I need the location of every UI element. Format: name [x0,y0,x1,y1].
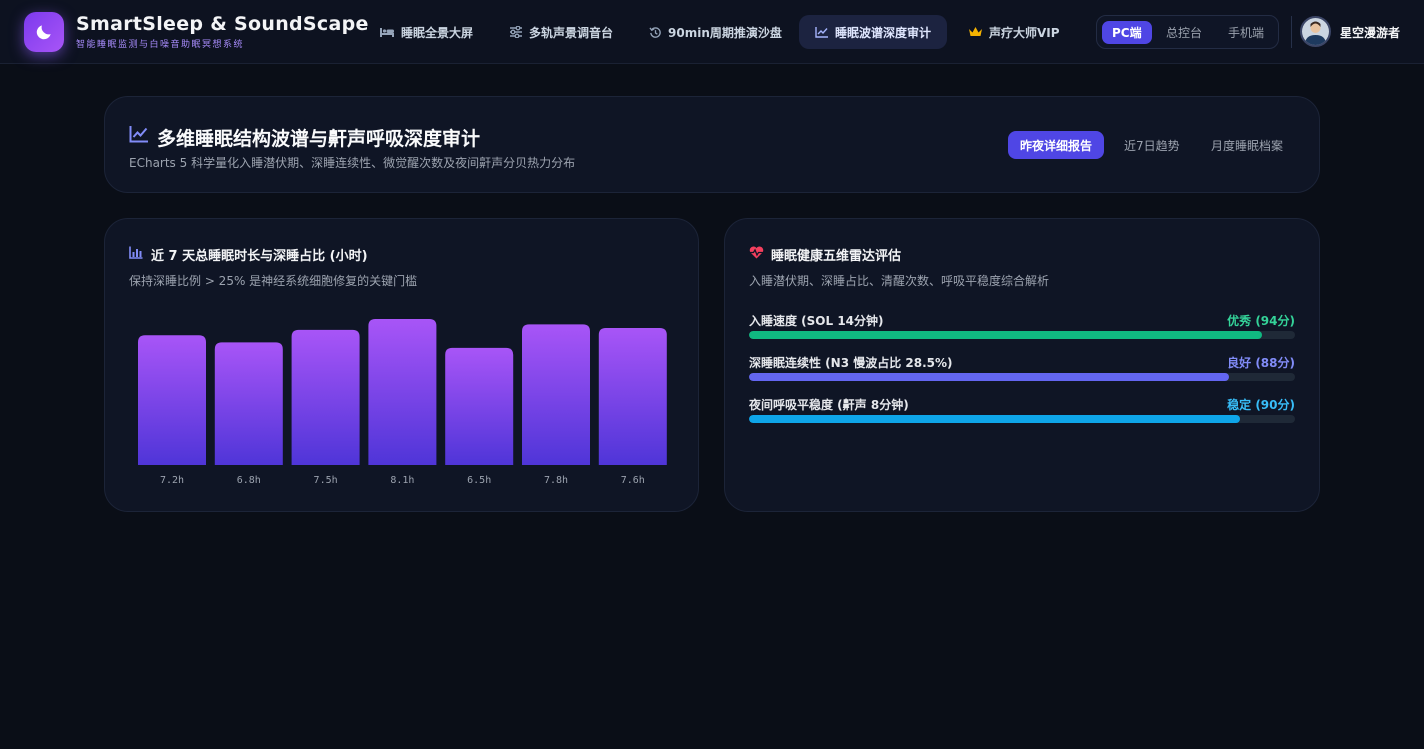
username[interactable]: 星空漫游者 [1340,24,1400,41]
nav-label: 多轨声景调音台 [529,25,614,40]
health-card-subtitle: 入睡潜伏期、深睡占比、清醒次数、呼吸平稳度综合解析 [749,274,1050,288]
x-axis-tick-label: 7.5h [314,475,338,486]
device-switch: PC端 总控台 手机端 [1096,15,1279,49]
tab-last-night-report[interactable]: 昨夜详细报告 [1008,131,1105,159]
page-title: 多维睡眠结构波谱与鼾声呼吸深度审计 [157,128,481,150]
nav-label: 睡眠波谱深度审计 [835,25,932,40]
nav-label: 睡眠全景大屏 [401,25,474,40]
metric-progress-fill [749,331,1263,339]
chart-bar[interactable] [214,342,283,465]
metric-progress-track [749,415,1295,423]
device-pc-button[interactable]: PC端 [1102,21,1152,44]
nav-label: 90min周期推演沙盘 [668,25,782,40]
metric-sleep-onset: 入睡速度 (SOL 14分钟) 优秀 (94分) [749,312,1295,346]
chart-bar[interactable] [291,329,360,465]
metric-status: 优秀 (94分) [1227,314,1295,328]
chart-bar[interactable] [138,335,206,465]
bed-icon [380,28,394,37]
x-axis-tick-label: 8.1h [390,475,414,486]
metric-progress-fill [749,415,1241,423]
sliders-icon [510,26,522,38]
nav-cycle-sandbox[interactable]: 90min周期推演沙盘 [633,15,798,49]
metric-label: 入睡速度 (SOL 14分钟) [749,314,884,328]
chart-bar[interactable] [368,319,437,465]
chart-line-icon [815,27,828,38]
metric-label: 深睡眠连续性 (N3 慢波占比 28.5%) [749,356,953,370]
nav-label: 声疗大师VIP [989,25,1060,40]
sleep-duration-chart-card: 近 7 天总睡眠时长与深睡占比 (小时) 保持深睡比例 > 25% 是神经系统细… [104,218,699,512]
metric-progress-track [749,373,1295,381]
avatar[interactable] [1300,16,1331,47]
tab-7-day-trend[interactable]: 近7日趋势 [1112,131,1192,159]
chart-bar[interactable] [598,328,667,465]
header-divider [1291,16,1292,48]
metric-label: 夜间呼吸平稳度 (鼾声 8分钟) [749,398,909,412]
sleep-health-card: 睡眠健康五维雷达评估 入睡潜伏期、深睡占比、清醒次数、呼吸平稳度综合解析 入睡速… [724,218,1320,512]
history-icon [649,26,661,38]
brand-title: SmartSleep & SoundScape [76,13,369,35]
metric-status: 稳定 (90分) [1227,398,1295,412]
sleep-duration-bar-chart: 7.2h 6.8h 7.5h 8.1h 6.5h 7.8h 7.6h [138,319,667,486]
crown-icon [969,27,982,36]
x-axis-tick-label: 6.5h [467,475,491,486]
tab-monthly-archive[interactable]: 月度睡眠档案 [1199,131,1295,159]
page-header-card: 多维睡眠结构波谱与鼾声呼吸深度审计 ECharts 5 科学量化入睡潜伏期、深睡… [104,96,1320,193]
x-axis-tick-label: 6.8h [237,475,261,486]
device-console-button[interactable]: 总控台 [1156,21,1212,44]
user-avatar-icon [1302,18,1329,45]
nav-soundscape-mixer[interactable]: 多轨声景调音台 [493,15,629,49]
metric-breathing: 夜间呼吸平稳度 (鼾声 8分钟) 稳定 (90分) [749,396,1295,430]
logo[interactable] [24,12,64,52]
chart-line-icon [129,126,148,143]
chart-bar[interactable] [445,347,514,465]
health-card-title: 睡眠健康五维雷达评估 [771,249,902,264]
x-axis-tick-label: 7.6h [621,475,645,486]
nav-vip[interactable]: 声疗大师VIP [952,15,1076,49]
x-axis-tick-label: 7.2h [160,475,184,486]
x-axis-tick-label: 7.8h [544,475,568,486]
top-navigation-bar: SmartSleep & SoundScape 智能睡眠监测与白噪音助眠冥想系统… [0,0,1424,64]
metric-status: 良好 (88分) [1227,356,1295,370]
nav-sleep-audit[interactable]: 睡眠波谱深度审计 [799,15,948,49]
moon-icon [36,25,51,40]
nav-sleep-dashboard[interactable]: 睡眠全景大屏 [363,15,489,49]
metric-progress-fill [749,373,1230,381]
brand-subtitle: 智能睡眠监测与白噪音助眠冥想系统 [76,40,245,50]
page-subtitle: ECharts 5 科学量化入睡潜伏期、深睡连续性、微觉醒次数及夜间鼾声分贝热力… [129,156,576,170]
heart-pulse-icon [749,246,764,259]
metric-progress-track [749,331,1295,339]
device-mobile-button[interactable]: 手机端 [1218,21,1274,44]
chart-bar[interactable] [522,324,590,465]
metric-deep-sleep: 深睡眠连续性 (N3 慢波占比 28.5%) 良好 (88分) [749,354,1295,388]
